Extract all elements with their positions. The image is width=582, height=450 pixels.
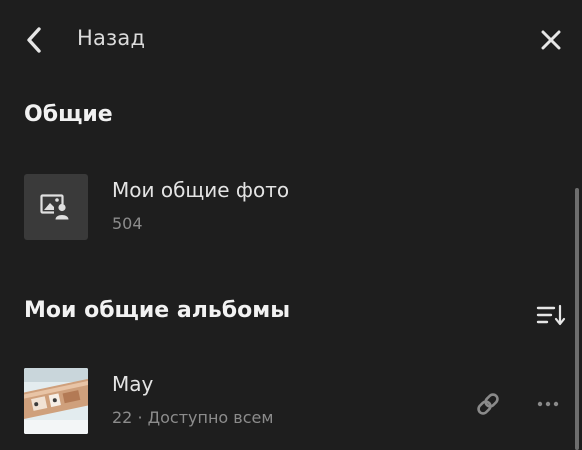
- shared-photos-thumbnail: [24, 174, 88, 240]
- shared-photo-icon: [40, 194, 71, 220]
- my-shared-photos-item[interactable]: Мои общие фото 504: [24, 174, 544, 242]
- sort-button[interactable]: [534, 300, 568, 330]
- chevron-left-icon: [27, 27, 41, 53]
- panel-header: Назад: [0, 0, 582, 80]
- close-button[interactable]: [534, 23, 568, 57]
- scrollbar-thumb[interactable]: [575, 188, 579, 450]
- albums-section-title: Мои общие альбомы: [24, 298, 291, 323]
- album-thumbnail: [24, 368, 88, 434]
- scrollbar[interactable]: [573, 80, 582, 450]
- album-subtitle: 22 · Доступно всем: [112, 408, 274, 427]
- sort-icon: [536, 304, 566, 326]
- album-more-button[interactable]: [532, 388, 564, 420]
- album-link-button[interactable]: [472, 388, 504, 420]
- album-thumbnail-image: [24, 368, 88, 434]
- shared-panel: Назад Общие Мои общие фото 504 Мои общие…: [0, 0, 582, 450]
- link-icon: [477, 393, 499, 415]
- more-icon: [537, 401, 559, 407]
- shared-photos-title: Мои общие фото: [112, 178, 290, 202]
- shared-photos-count: 504: [112, 214, 143, 233]
- shared-section-title: Общие: [24, 102, 113, 127]
- back-button[interactable]: [18, 22, 50, 58]
- close-icon: [541, 30, 561, 50]
- album-row[interactable]: May 22 · Доступно всем: [24, 368, 564, 436]
- album-title: May: [112, 372, 154, 396]
- back-label[interactable]: Назад: [77, 26, 145, 50]
